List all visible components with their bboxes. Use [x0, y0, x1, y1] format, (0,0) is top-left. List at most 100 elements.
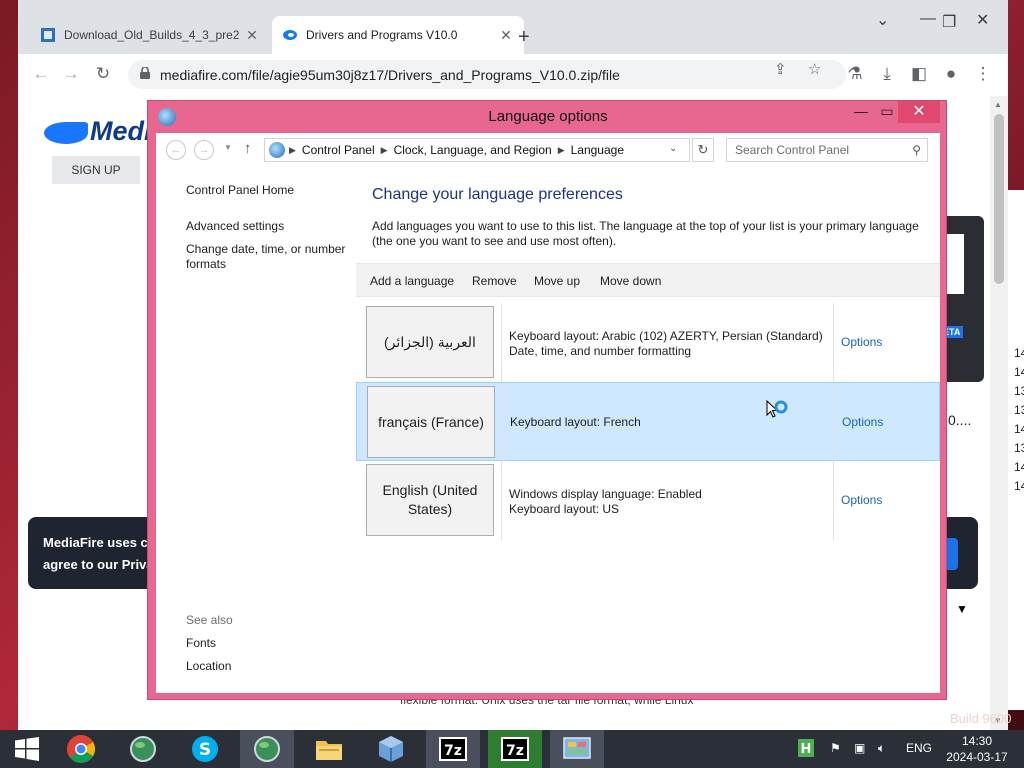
add-language-button[interactable]: Add a language: [370, 274, 454, 288]
language-options-window: Language options — ▭ ✕ ← → ▼ ↑ ▶ Control…: [147, 100, 947, 700]
move-up-button[interactable]: Move up: [534, 274, 580, 288]
new-tab-icon[interactable]: +: [518, 26, 530, 49]
up-arrow-icon[interactable]: ↑: [244, 140, 252, 157]
network-icon[interactable]: ▣: [854, 741, 865, 755]
close-window-icon[interactable]: ✕: [976, 10, 989, 30]
restore-icon[interactable]: ❐: [942, 12, 956, 32]
extension-flask-icon[interactable]: ⚗: [844, 64, 866, 84]
see-also-heading: See also: [186, 613, 233, 627]
tab-title: Download_Old_Builds_4_3_pre2: [64, 28, 240, 42]
share-icon[interactable]: ⇪: [774, 60, 787, 78]
taskbar-network-globe-2[interactable]: [240, 730, 294, 768]
language-tile[interactable]: français (France): [367, 386, 495, 458]
minimize-icon[interactable]: —: [920, 10, 936, 28]
forward-arrow-icon[interactable]: →: [194, 140, 214, 160]
refresh-icon[interactable]: ↻: [692, 138, 714, 162]
options-link[interactable]: Options: [841, 335, 882, 349]
mediafire-logo[interactable]: Medi: [44, 116, 152, 147]
system-clock[interactable]: 14:30 2024-03-17: [942, 733, 1012, 765]
side-panel-icon[interactable]: ◧: [908, 64, 930, 84]
document-favicon-icon: [40, 27, 56, 43]
language-row-french[interactable]: français (France) Keyboard layout: Frenc…: [356, 382, 940, 462]
search-field[interactable]: ⚲: [726, 138, 928, 162]
tab-download-old-builds[interactable]: Download_Old_Builds_4_3_pre2 ✕: [30, 16, 270, 54]
taskbar-control-panel[interactable]: [550, 730, 604, 768]
language-row-arabic[interactable]: العربية (الجزائر) Keyboard layout: Arabi…: [356, 303, 940, 382]
side-number: 13: [1014, 384, 1024, 398]
taskbar-7zip-2[interactable]: 7z: [488, 730, 542, 768]
tray-app-h-icon[interactable]: H: [798, 739, 814, 760]
page-scrollbar[interactable]: ▲ ▼: [990, 96, 1008, 730]
side-number: 14: [1014, 460, 1024, 474]
move-down-button[interactable]: Move down: [600, 274, 661, 288]
tab-drivers-and-programs[interactable]: Drivers and Programs V10.0 ✕: [272, 16, 524, 54]
forward-icon[interactable]: →: [60, 64, 82, 84]
breadcrumb[interactable]: ▶ Control Panel ▶ Clock, Language, and R…: [264, 138, 690, 162]
url-text: mediafire.com/file/agie95um30j8z17/Drive…: [160, 67, 620, 83]
start-button[interactable]: [0, 730, 54, 768]
back-icon[interactable]: ←: [30, 64, 52, 84]
language-detail: Date, time, and number formatting: [509, 344, 692, 358]
chevron-right-icon[interactable]: ▶: [558, 145, 565, 156]
maximize-icon[interactable]: ▭: [874, 103, 900, 123]
fonts-link[interactable]: Fonts: [186, 636, 216, 650]
breadcrumb-language[interactable]: Language: [571, 143, 624, 157]
chevron-right-icon[interactable]: ▶: [381, 145, 388, 156]
reload-icon[interactable]: ↻: [92, 64, 114, 84]
taskbar-7zip[interactable]: 7z: [426, 730, 480, 768]
cookie-text: MediaFire uses co: [43, 535, 156, 550]
download-icon[interactable]: ⤓: [876, 64, 898, 84]
language-detail: Keyboard layout: US: [509, 502, 620, 516]
bookmark-star-icon[interactable]: ☆: [808, 60, 821, 78]
side-number: 13: [1014, 441, 1024, 455]
sign-up-button[interactable]: SIGN UP: [52, 156, 140, 184]
breadcrumb-control-panel[interactable]: Control Panel: [302, 143, 375, 157]
tab-title: Drivers and Programs V10.0: [306, 28, 458, 42]
taskbar-virtualbox[interactable]: [364, 730, 418, 768]
control-panel-home-link[interactable]: Control Panel Home: [186, 183, 356, 198]
options-link[interactable]: Options: [842, 415, 883, 429]
language-tile[interactable]: English (United States): [366, 464, 494, 536]
taskbar: S 7z 7z H ⚑ ▣ 🔈︎ ENG 14:30 2024-03-17: [0, 730, 1024, 768]
close-tab-icon[interactable]: ✕: [498, 27, 514, 44]
7zip-icon: 7z: [439, 737, 467, 761]
recent-locations-icon[interactable]: ▼: [224, 143, 232, 152]
scroll-up-icon[interactable]: ▲: [994, 100, 1002, 109]
advanced-settings-link[interactable]: Advanced settings: [186, 219, 356, 234]
input-language-indicator[interactable]: ENG: [906, 741, 932, 755]
taskbar-chrome[interactable]: [54, 730, 108, 768]
remove-button[interactable]: Remove: [472, 274, 517, 288]
taskbar-network-globe[interactable]: [116, 730, 170, 768]
address-bar[interactable]: mediafire.com/file/agie95um30j8z17/Drive…: [128, 60, 846, 89]
side-number: 13: [1014, 403, 1024, 417]
options-link[interactable]: Options: [841, 493, 882, 507]
window-title: Language options: [488, 108, 608, 125]
language-tile[interactable]: العربية (الجزائر): [366, 306, 494, 378]
breadcrumb-clock-language-region[interactable]: Clock, Language, and Region: [394, 143, 552, 157]
close-icon[interactable]: ✕: [898, 101, 940, 123]
command-bar: Add a language Remove Move up Move down: [356, 263, 940, 297]
chevron-right-icon[interactable]: ▶: [289, 145, 296, 156]
globe-icon: [130, 736, 156, 762]
menu-kebab-icon[interactable]: ⋮: [972, 64, 994, 84]
change-date-time-formats-link[interactable]: Change date, time, or number formats: [186, 242, 356, 272]
window-title-bar[interactable]: Language options — ▭ ✕: [148, 101, 948, 133]
profile-avatar-icon[interactable]: ●: [940, 64, 962, 84]
flame-logo-icon: [44, 121, 88, 144]
minimize-icon[interactable]: —: [848, 103, 874, 123]
volume-muted-icon[interactable]: 🔈︎: [878, 741, 885, 756]
taskbar-file-explorer[interactable]: [302, 730, 356, 768]
tab-strip: Download_Old_Builds_4_3_pre2 ✕ Drivers a…: [18, 0, 1008, 54]
action-center-flag-icon[interactable]: ⚑: [830, 741, 841, 755]
search-icon[interactable]: ⚲: [912, 143, 921, 157]
close-tab-icon[interactable]: ✕: [244, 27, 260, 44]
scrollbar-thumb[interactable]: [994, 114, 1004, 284]
chevron-down-icon[interactable]: ⌄: [669, 143, 677, 154]
tab-search-chevron-icon[interactable]: ⌄: [876, 10, 889, 30]
search-input[interactable]: [727, 139, 903, 161]
dropdown-arrow-icon[interactable]: ▼: [956, 602, 968, 616]
back-arrow-icon[interactable]: ←: [166, 140, 186, 160]
taskbar-skype[interactable]: S: [178, 730, 232, 768]
location-link[interactable]: Location: [186, 659, 231, 673]
language-row-english[interactable]: English (United States) Windows display …: [356, 461, 940, 540]
